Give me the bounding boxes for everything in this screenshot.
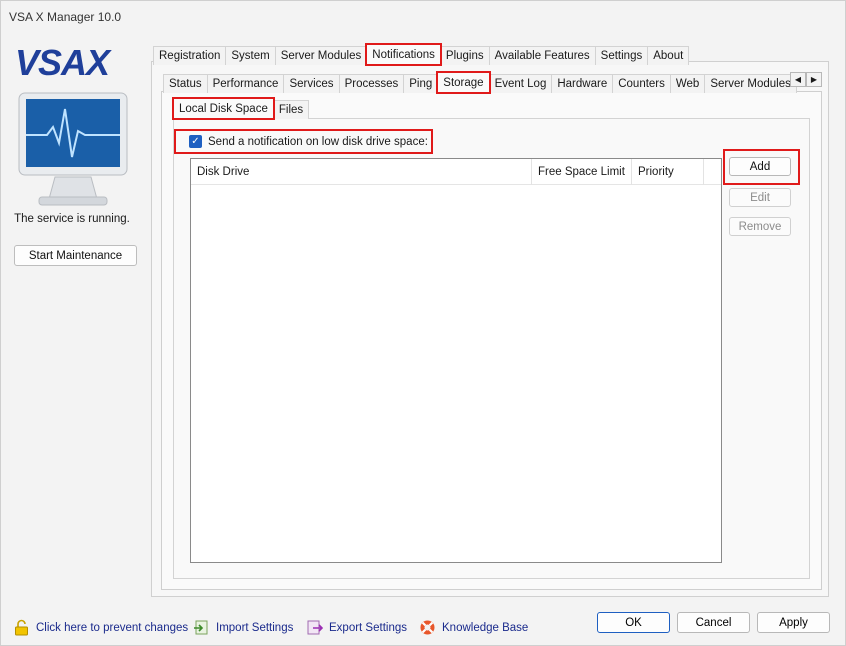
tab-services[interactable]: Services [283,74,340,93]
export-settings-link[interactable]: Export Settings [306,619,407,636]
column-header-disk-drive[interactable]: Disk Drive [191,159,532,185]
tab-counters[interactable]: Counters [612,74,671,93]
tab-hardware[interactable]: Hardware [551,74,614,93]
import-settings-label: Import Settings [216,621,294,634]
notification-category-tab-strip: Status Performance Services Processes Pi… [163,71,797,94]
logo-text: VSAX [15,43,112,81]
storage-tab-strip: Local Disk Space Files [172,97,310,120]
ok-button[interactable]: OK [597,612,670,633]
cancel-button[interactable]: Cancel [677,612,750,633]
tab-files[interactable]: Files [272,100,310,119]
remove-button[interactable]: Remove [729,217,791,236]
tab-plugins[interactable]: Plugins [439,46,490,65]
lock-icon [15,619,28,636]
tab-storage[interactable]: Storage [436,71,491,94]
tab-available-features[interactable]: Available Features [488,46,596,65]
tab-status[interactable]: Status [163,74,208,93]
tab-scroll-arrows: ◀ ▶ [790,72,822,87]
low-disk-notification-checkbox[interactable]: ✓ [189,135,202,148]
tab-performance[interactable]: Performance [206,74,285,93]
tab-processes[interactable]: Processes [338,74,405,93]
export-settings-label: Export Settings [329,621,407,634]
window-title: VSA X Manager 10.0 [9,10,122,24]
apply-button[interactable]: Apply [757,612,830,633]
add-button[interactable]: Add [729,157,791,176]
scroll-right-icon[interactable]: ▶ [806,72,822,87]
disk-drive-list[interactable]: Disk Drive Free Space Limit Priority [190,158,722,563]
column-header-free-space-limit[interactable]: Free Space Limit [532,159,632,185]
tab-server-modules[interactable]: Server Modules [274,46,368,65]
low-disk-notification-checkbox-row[interactable]: ✓ Send a notification on low disk drive … [174,129,433,154]
scroll-left-icon[interactable]: ◀ [790,72,806,87]
import-icon [194,620,208,635]
lifebuoy-icon [420,620,435,635]
knowledge-base-label: Knowledge Base [442,621,529,634]
column-header-priority[interactable]: Priority [632,159,704,185]
tab-system[interactable]: System [225,46,276,65]
start-maintenance-button[interactable]: Start Maintenance [14,245,137,266]
prevent-changes-label: Click here to prevent changes [36,621,189,634]
tab-local-disk-space[interactable]: Local Disk Space [172,97,275,120]
service-status-text: The service is running. [14,213,130,225]
export-icon [307,620,323,635]
tab-registration[interactable]: Registration [153,46,227,65]
tab-event-log[interactable]: Event Log [488,74,553,93]
list-header: Disk Drive Free Space Limit Priority [191,159,721,185]
tab-ping[interactable]: Ping [403,74,439,93]
low-disk-notification-label: Send a notification on low disk drive sp… [208,135,428,148]
tab-settings[interactable]: Settings [594,46,649,65]
monitor-heartbeat-icon [18,92,128,206]
left-panel: VSAX The service is running. Start Maint… [1,33,151,603]
app-window: VSA X Manager 10.0 VSAX The service is r… [0,0,846,646]
prevent-changes-link[interactable]: Click here to prevent changes [13,619,188,636]
tab-web[interactable]: Web [669,74,706,93]
knowledge-base-link[interactable]: Knowledge Base [419,619,528,636]
top-tab-strip: Registration System Server Modules Notif… [153,43,690,66]
footer-bar: Click here to prevent changes Import Set… [1,609,846,643]
edit-button[interactable]: Edit [729,188,791,207]
title-bar: VSA X Manager 10.0 [1,1,846,33]
tab-notifications[interactable]: Notifications [365,43,442,66]
vsax-logo: VSAX [15,43,113,81]
import-settings-link[interactable]: Import Settings [193,619,293,636]
tab-server-modules-notifications[interactable]: Server Modules [704,74,797,93]
tab-about[interactable]: About [647,46,690,65]
